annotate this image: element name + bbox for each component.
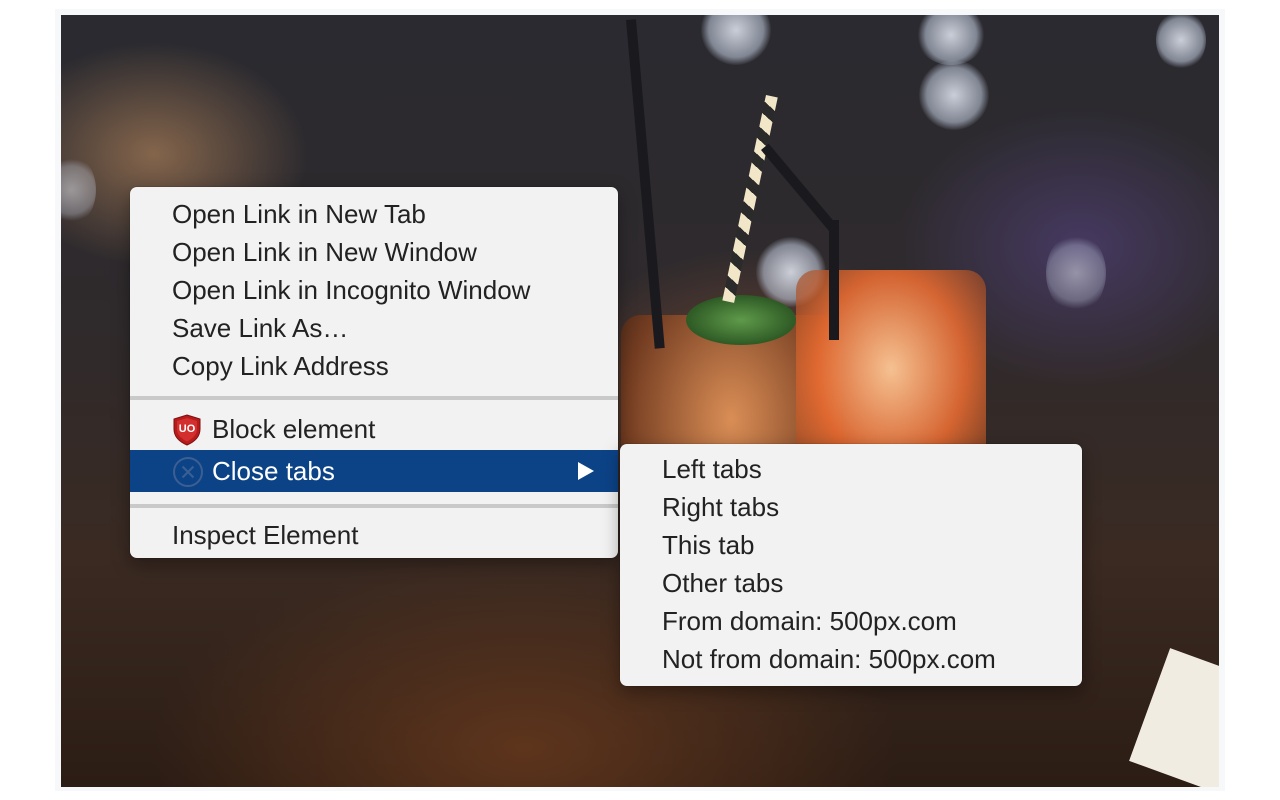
screenshot-stage: Open Link in New Tab Open Link in New Wi…: [0, 0, 1280, 800]
submenu-item-this-tab[interactable]: This tab: [620, 526, 1082, 564]
menu-item-label: Open Link in New Window: [172, 237, 477, 267]
menu-item-label: Open Link in Incognito Window: [172, 275, 531, 305]
menu-item-save-link-as[interactable]: Save Link As…: [130, 309, 618, 347]
bokeh-light: [916, 15, 986, 65]
submenu-item-from-domain[interactable]: From domain: 500px.com: [620, 602, 1082, 640]
submenu-item-right-tabs[interactable]: Right tabs: [620, 488, 1082, 526]
menu-item-label: Copy Link Address: [172, 351, 389, 381]
black-straw: [626, 19, 665, 349]
menu-item-open-link-incognito[interactable]: Open Link in Incognito Window: [130, 271, 618, 309]
context-menu: Open Link in New Tab Open Link in New Wi…: [130, 187, 618, 558]
menu-item-label: Block element: [212, 414, 376, 444]
ublock-icon-text: UO: [178, 423, 196, 435]
menu-item-label: Open Link in New Tab: [172, 199, 426, 229]
submenu-item-label: Not from domain: 500px.com: [662, 644, 996, 674]
bokeh-light: [701, 15, 771, 65]
submenu-item-label: Right tabs: [662, 492, 780, 522]
menu-item-label: Close tabs: [212, 456, 335, 486]
close-tabs-submenu: Left tabs Right tabs This tab Other tabs…: [620, 444, 1082, 686]
menu-item-open-link-new-window[interactable]: Open Link in New Window: [130, 233, 618, 271]
bokeh-light: [1046, 233, 1106, 313]
menu-item-copy-link-address[interactable]: Copy Link Address: [130, 347, 618, 385]
black-straw: [761, 143, 840, 235]
paper-corner: [1129, 648, 1219, 787]
bokeh-light: [919, 60, 989, 130]
menu-item-label: Save Link As…: [172, 313, 349, 343]
submenu-item-label: Other tabs: [662, 568, 784, 598]
menu-item-inspect-element[interactable]: Inspect Element: [130, 516, 618, 554]
submenu-item-not-from-domain[interactable]: Not from domain: 500px.com: [620, 640, 1082, 678]
menu-item-block-element[interactable]: UO Block element: [130, 408, 618, 450]
submenu-item-other-tabs[interactable]: Other tabs: [620, 564, 1082, 602]
menu-item-open-link-new-tab[interactable]: Open Link in New Tab: [130, 195, 618, 233]
bokeh-light: [61, 155, 96, 225]
bokeh-light: [1156, 15, 1206, 70]
submenu-item-label: Left tabs: [662, 454, 762, 484]
mint-garnish: [686, 295, 796, 345]
close-circle-icon: [172, 456, 204, 488]
submenu-item-label: This tab: [662, 530, 755, 560]
black-straw: [829, 220, 839, 340]
menu-separator: [130, 396, 618, 400]
ublock-origin-shield-icon: UO: [172, 414, 204, 446]
menu-item-close-tabs[interactable]: Close tabs: [130, 450, 618, 492]
menu-item-label: Inspect Element: [172, 520, 359, 550]
submenu-item-left-tabs[interactable]: Left tabs: [620, 450, 1082, 488]
submenu-item-label: From domain: 500px.com: [662, 606, 957, 636]
submenu-arrow-icon: [578, 462, 594, 480]
menu-separator: [130, 504, 618, 508]
